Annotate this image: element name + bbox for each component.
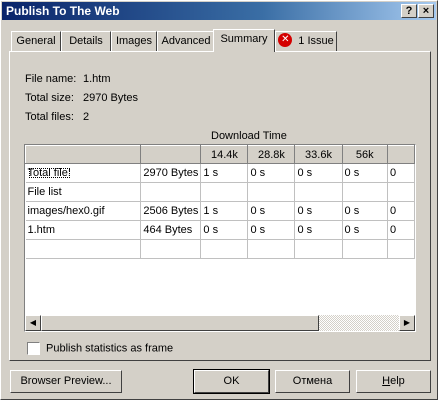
table-cell[interactable]: 0 s — [200, 220, 249, 240]
total-files-label: Total files: — [25, 111, 74, 123]
table-header-row: 14.4k 28.8k 33.6k 56k — [25, 145, 415, 164]
table-cell[interactable] — [25, 239, 142, 259]
table-cell[interactable] — [247, 182, 296, 202]
issue-tab-label: 1 Issue — [298, 35, 334, 47]
tab-details[interactable]: Details — [61, 31, 111, 51]
table-cell[interactable]: File list — [25, 182, 142, 202]
table-cell[interactable]: 0 s — [342, 163, 389, 183]
table-cell[interactable]: 2970 Bytes — [140, 163, 202, 183]
selected-cell-text: Total file: — [27, 167, 71, 179]
download-time-heading: Download Time — [211, 130, 287, 142]
help-label-accelerator: H — [382, 375, 391, 387]
column-header: 14.4k — [200, 145, 249, 164]
publish-stats-option[interactable]: Publish statistics as frame — [27, 342, 173, 355]
tab-summary[interactable]: Summary — [213, 29, 275, 52]
total-files-value: 2 — [83, 111, 90, 123]
total-files-row: Total files: 2 — [25, 111, 89, 123]
table-cell[interactable]: 2506 Bytes — [140, 201, 202, 221]
table-cell[interactable]: 0 s — [294, 220, 343, 240]
table-cell[interactable] — [387, 239, 415, 259]
scrollbar-thumb[interactable] — [41, 315, 319, 331]
column-header — [140, 145, 202, 164]
column-header — [387, 145, 415, 164]
table-row[interactable] — [25, 239, 415, 259]
table-cell[interactable] — [342, 239, 389, 259]
table-cell[interactable]: 0 s — [247, 163, 296, 183]
column-header: 33.6k — [294, 145, 343, 164]
browser-preview-button[interactable]: Browser Preview... — [10, 370, 122, 393]
download-table[interactable]: 14.4k 28.8k 33.6k 56k Total file: 2970 B… — [24, 144, 416, 332]
publish-stats-checkbox[interactable] — [27, 342, 40, 355]
file-name-value: 1.htm — [83, 73, 111, 85]
table-cell[interactable]: 0 — [387, 201, 415, 221]
table-row[interactable]: Total file: 2970 Bytes 1 s 0 s 0 s 0 s 0 — [25, 163, 415, 183]
table-cell[interactable] — [200, 239, 249, 259]
table-row[interactable]: File list — [25, 182, 415, 202]
publish-dialog: Publish To The Web ? × General Details I… — [0, 0, 438, 400]
tab-advanced[interactable]: Advanced — [157, 31, 215, 51]
help-button[interactable]: Help — [356, 370, 431, 393]
column-header: 56k — [341, 145, 389, 164]
table-cell[interactable] — [387, 182, 415, 202]
column-header: 28.8k — [247, 145, 296, 164]
table-cell[interactable]: images/hex0.gif — [25, 201, 142, 221]
cancel-button[interactable]: Отмена — [275, 370, 350, 393]
table-cell[interactable]: 0 s — [247, 201, 296, 221]
table-cell[interactable]: 1.htm — [25, 220, 142, 240]
table-cell[interactable]: 0 — [387, 220, 415, 240]
total-size-label: Total size: — [25, 92, 74, 104]
table-cell[interactable] — [294, 239, 343, 259]
table-cell[interactable] — [200, 182, 249, 202]
tab-images[interactable]: Images — [111, 31, 157, 51]
table-cell[interactable]: 0 s — [342, 201, 389, 221]
error-icon: ✕ — [278, 33, 293, 48]
file-name-label: File name: — [25, 73, 77, 85]
table-cell[interactable] — [342, 182, 389, 202]
ok-button[interactable]: OK — [193, 369, 270, 394]
close-icon: × — [422, 5, 430, 17]
table-cell[interactable]: 0 s — [247, 220, 296, 240]
window-title: Publish To The Web — [6, 4, 120, 18]
table-cell[interactable]: 0 s — [342, 220, 389, 240]
table-cell[interactable]: 464 Bytes — [140, 220, 202, 240]
tab-strip: General Details Images Advanced Summary … — [9, 29, 431, 52]
scroll-left-arrow-icon[interactable]: ◀ — [25, 315, 41, 331]
table-row[interactable]: 1.htm 464 Bytes 0 s 0 s 0 s 0 s 0 — [25, 220, 415, 240]
publish-stats-label: Publish statistics as frame — [46, 342, 174, 355]
total-size-row: Total size: 2970 Bytes — [25, 92, 138, 104]
table-cell[interactable] — [247, 239, 296, 259]
tab-issues[interactable]: ✕ 1 Issue — [275, 31, 337, 51]
file-name-row: File name: 1.htm — [25, 73, 111, 85]
table-cell[interactable]: Total file: — [25, 163, 142, 183]
scroll-right-arrow-icon[interactable]: ▶ — [399, 315, 415, 331]
close-button[interactable]: × — [418, 4, 434, 18]
help-label-suffix: elp — [390, 375, 405, 387]
column-header — [25, 145, 142, 164]
table-cell[interactable]: 1 s — [200, 163, 249, 183]
tab-general[interactable]: General — [11, 31, 61, 51]
help-title-button[interactable]: ? — [401, 4, 417, 18]
table-cell[interactable] — [294, 182, 343, 202]
question-icon: ? — [405, 5, 413, 17]
table-row[interactable]: images/hex0.gif 2506 Bytes 1 s 0 s 0 s 0… — [25, 201, 415, 221]
table-cell[interactable] — [140, 239, 202, 259]
table-cell[interactable] — [140, 182, 202, 202]
table-cell[interactable]: 0 s — [294, 163, 343, 183]
table-cell[interactable]: 1 s — [200, 201, 249, 221]
table-cell[interactable]: 0 s — [294, 201, 343, 221]
title-bar: Publish To The Web ? × — [2, 2, 436, 20]
horizontal-scrollbar[interactable]: ◀ ▶ — [25, 315, 415, 331]
table-cell[interactable]: 0 — [387, 163, 415, 183]
total-size-value: 2970 Bytes — [83, 92, 139, 104]
download-grid: 14.4k 28.8k 33.6k 56k Total file: 2970 B… — [25, 145, 415, 259]
